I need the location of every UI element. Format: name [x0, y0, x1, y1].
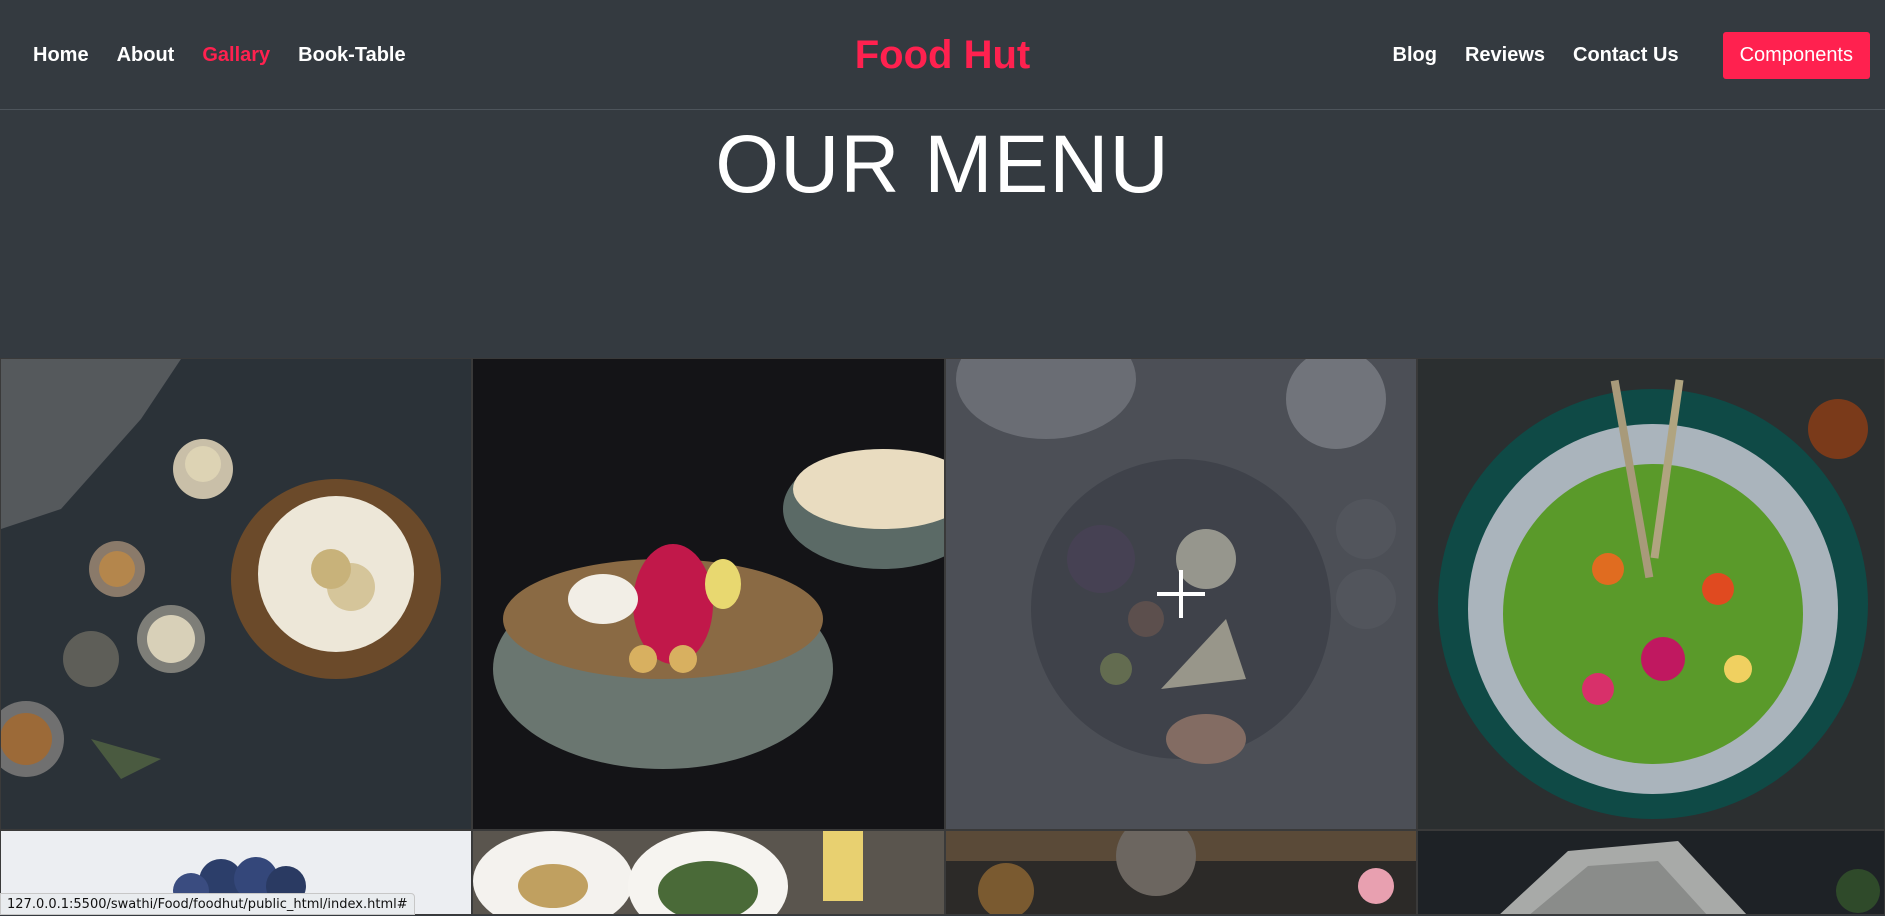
nav-link-blog[interactable]: Blog — [1393, 44, 1437, 67]
rustic-food-image[interactable] — [945, 830, 1417, 915]
browser-status-bar: 127.0.0.1:5500/swathi/Food/foodhut/publi… — [0, 893, 415, 915]
green-salad-illustration — [1418, 359, 1884, 829]
salad-plates-image[interactable] — [472, 830, 945, 915]
gallery-grid — [0, 358, 1885, 915]
navbar: Home About Gallary Book-Table Food Hut B… — [0, 0, 1885, 110]
components-button[interactable]: Components — [1722, 31, 1870, 79]
green-salad-bowl-image[interactable] — [1417, 358, 1885, 830]
lace-cloth-image[interactable] — [1417, 830, 1885, 915]
nav-link-contact-us[interactable]: Contact Us — [1573, 44, 1679, 67]
plus-icon[interactable] — [1157, 570, 1205, 618]
lace-cloth-illustration — [1418, 831, 1884, 914]
rustic-food-illustration — [946, 831, 1416, 914]
dessert-cake-illustration — [1, 359, 471, 829]
nav-right-group: Blog Reviews Contact Us Components — [1393, 0, 1870, 110]
page-title: OUR MENU — [715, 119, 1170, 210]
dessert-cake-image[interactable] — [0, 358, 472, 830]
nav-link-reviews[interactable]: Reviews — [1465, 44, 1545, 67]
cheese-platter-image[interactable] — [945, 358, 1417, 830]
granola-bowl-image[interactable] — [472, 358, 945, 830]
salad-plates-illustration — [473, 831, 944, 914]
granola-bowl-illustration — [473, 359, 944, 829]
